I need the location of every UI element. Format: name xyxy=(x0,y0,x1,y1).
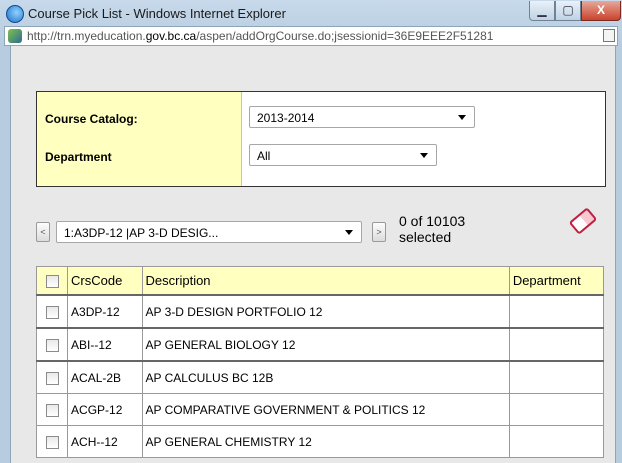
row-checkbox[interactable] xyxy=(45,371,59,385)
previous-record-button[interactable]: < xyxy=(36,222,50,242)
course-catalog-label: Course Catalog: xyxy=(45,112,138,126)
chevron-down-icon xyxy=(420,153,428,158)
select-all-cell xyxy=(35,266,69,296)
course-department xyxy=(508,425,605,458)
course-pick-list: Course Catalog: Department 2013-2014 All… xyxy=(24,85,614,463)
course-table: CrsCode Description Department A3DP-12 A… xyxy=(35,266,605,458)
row-checkbox-cell xyxy=(35,393,69,426)
close-button[interactable]: X xyxy=(581,1,621,21)
row-checkbox[interactable] xyxy=(45,403,59,417)
ie-icon xyxy=(6,5,24,23)
course-description: AP GENERAL BIOLOGY 12 xyxy=(141,327,510,362)
table-row[interactable]: ACGP-12 AP COMPARATIVE GOVERNMENT & POLI… xyxy=(35,393,605,426)
chevron-down-icon xyxy=(458,115,466,120)
course-department xyxy=(508,393,605,426)
record-navigator: < 1:A3DP-12 |AP 3-D DESIG... > 0 of 1010… xyxy=(36,207,606,255)
address-bar[interactable]: http://trn.myeducation.gov.bc.ca/aspen/a… xyxy=(4,26,618,46)
department-select[interactable]: All xyxy=(249,144,437,166)
course-description: AP COMPARATIVE GOVERNMENT & POLITICS 12 xyxy=(141,393,510,426)
course-description: AP CALCULUS BC 12B xyxy=(141,360,510,394)
row-checkbox[interactable] xyxy=(45,305,59,319)
table-row[interactable]: ABI--12 AP GENERAL BIOLOGY 12 xyxy=(35,327,605,362)
row-checkbox[interactable] xyxy=(45,435,59,449)
table-header-row: CrsCode Description Department xyxy=(35,266,605,296)
record-select-value: 1:A3DP-12 |AP 3-D DESIG... xyxy=(64,226,219,240)
eraser-icon[interactable] xyxy=(568,207,598,235)
next-record-button[interactable]: > xyxy=(372,222,386,242)
table-row[interactable]: A3DP-12 AP 3-D DESIGN PORTFOLIO 12 xyxy=(35,294,605,329)
row-checkbox-cell xyxy=(35,294,69,329)
course-code: ABI--12 xyxy=(67,327,143,362)
selected-count-value: 0 of 10103 xyxy=(399,213,466,229)
course-department xyxy=(508,360,605,394)
selected-count-label: selected xyxy=(399,229,452,245)
course-department xyxy=(508,327,605,362)
row-checkbox-cell xyxy=(35,360,69,394)
page-icon xyxy=(8,29,22,43)
course-description: AP GENERAL CHEMISTRY 12 xyxy=(141,425,510,458)
course-catalog-select[interactable]: 2013-2014 xyxy=(249,106,475,128)
selected-count: 0 of 10103 selected xyxy=(399,213,465,245)
department-value: All xyxy=(257,149,271,163)
filter-label-column xyxy=(37,92,242,186)
row-checkbox-cell xyxy=(35,327,69,362)
course-code: ACGP-12 xyxy=(67,393,143,426)
record-select[interactable]: 1:A3DP-12 |AP 3-D DESIG... xyxy=(56,221,362,243)
course-code: ACAL-2B xyxy=(67,360,143,394)
maximize-button[interactable]: ▢ xyxy=(555,1,581,21)
address-url[interactable]: http://trn.myeducation.gov.bc.ca/aspen/a… xyxy=(27,29,493,43)
course-catalog-value: 2013-2014 xyxy=(257,111,315,125)
filter-panel: Course Catalog: Department 2013-2014 All xyxy=(36,91,606,187)
table-row[interactable]: ACAL-2B AP CALCULUS BC 12B xyxy=(35,360,605,394)
row-checkbox-cell xyxy=(35,425,69,458)
row-checkbox[interactable] xyxy=(45,338,59,352)
course-description: AP 3-D DESIGN PORTFOLIO 12 xyxy=(141,294,510,329)
table-row[interactable]: ACH--12 AP GENERAL CHEMISTRY 12 xyxy=(35,425,605,458)
chevron-down-icon xyxy=(345,230,353,235)
course-code: A3DP-12 xyxy=(67,294,143,329)
minimize-button[interactable]: ▁ xyxy=(529,1,555,21)
header-department[interactable]: Department xyxy=(508,266,605,296)
select-all-checkbox[interactable] xyxy=(45,275,59,289)
header-description[interactable]: Description xyxy=(141,266,510,296)
header-crscode[interactable]: CrsCode xyxy=(67,266,143,296)
department-label: Department xyxy=(45,150,112,164)
course-department xyxy=(508,294,605,329)
compatibility-view-icon[interactable] xyxy=(603,29,615,42)
window-title: Course Pick List - Windows Internet Expl… xyxy=(28,6,286,21)
course-code: ACH--12 xyxy=(67,425,143,458)
